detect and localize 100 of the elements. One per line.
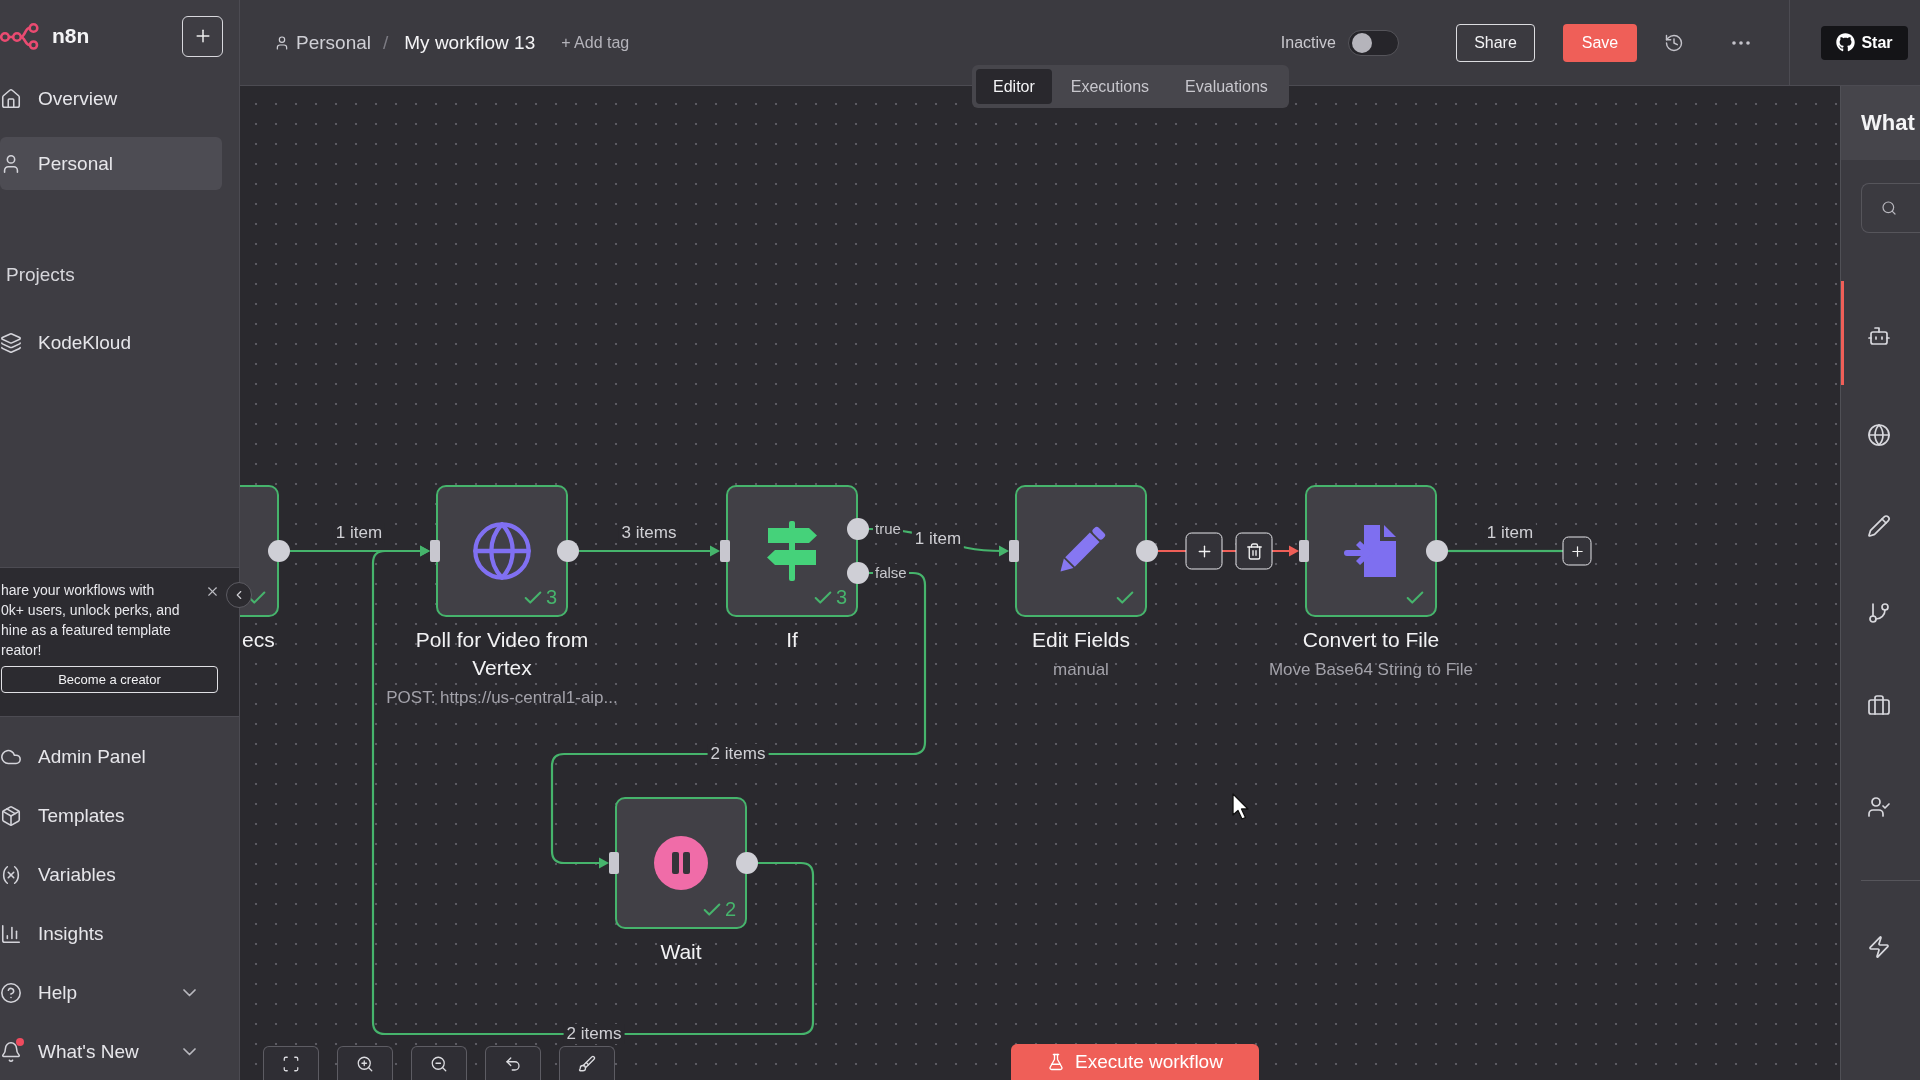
tidy-up-button[interactable]: [559, 1046, 615, 1080]
github-icon: [1836, 33, 1856, 52]
pencil-icon[interactable]: [1867, 514, 1891, 538]
history-button[interactable]: [1664, 32, 1684, 53]
home-icon: [0, 87, 22, 110]
zoom-out-icon: [430, 1054, 448, 1073]
input-handle[interactable]: [1299, 540, 1309, 562]
node-card[interactable]: 2: [615, 797, 747, 929]
signpost-icon: [765, 521, 819, 581]
node-card[interactable]: 3: [436, 485, 568, 617]
nav-item[interactable]: Personal: [0, 137, 222, 190]
lightning-icon[interactable]: [1867, 935, 1891, 959]
node-card[interactable]: 3: [726, 485, 858, 617]
node-title: If: [786, 627, 798, 653]
close-icon: [205, 584, 220, 599]
nav-item[interactable]: Admin Panel: [0, 730, 222, 783]
connection-label: 2 items: [563, 1024, 625, 1044]
node-card[interactable]: [1305, 485, 1437, 617]
bell-icon: [0, 1040, 22, 1063]
undo-button[interactable]: [485, 1046, 541, 1080]
help-icon: [0, 981, 22, 1004]
output-handle[interactable]: [268, 540, 290, 562]
node-subtitle: POST: https://us-central1-aip...: [386, 687, 618, 709]
node-subtitle: manual: [1053, 659, 1109, 681]
nav-item[interactable]: Templates: [0, 789, 222, 842]
output-handle[interactable]: [847, 562, 869, 584]
user-check-icon[interactable]: [1867, 795, 1891, 819]
variable-icon: [0, 863, 22, 886]
nav-item[interactable]: Overview: [0, 72, 222, 125]
connection-label: 2 items: [707, 744, 769, 764]
input-handle[interactable]: [720, 540, 730, 562]
trash-icon: [1245, 542, 1263, 560]
become-creator-button[interactable]: Become a creator: [1, 666, 218, 693]
zoom-in-button[interactable]: [337, 1046, 393, 1080]
add-tag-button[interactable]: + Add tag: [561, 33, 630, 52]
output-handle[interactable]: [1136, 540, 1158, 562]
zoom-out-button[interactable]: [411, 1046, 467, 1080]
node-card[interactable]: [1015, 485, 1147, 617]
node-title: ecs: [242, 627, 275, 653]
project-link[interactable]: Personal: [296, 31, 371, 54]
input-handle[interactable]: [609, 852, 619, 874]
layers-icon: [0, 331, 22, 354]
output-handle[interactable]: [557, 540, 579, 562]
add-node-button[interactable]: [1562, 536, 1592, 566]
connection-label: 1 item: [911, 529, 965, 549]
section-heading: Projects: [5, 263, 76, 287]
nav-item[interactable]: Variables: [0, 848, 222, 901]
close-button[interactable]: [205, 584, 220, 599]
node-title: Edit Fields: [1032, 627, 1130, 653]
panel-title: What: [1861, 110, 1915, 136]
fit-view-button[interactable]: [263, 1046, 319, 1080]
fit-view-icon: [282, 1054, 300, 1073]
user-icon: [274, 34, 290, 51]
run-count: 3: [835, 586, 847, 609]
output-handle[interactable]: [736, 852, 758, 874]
globe-icon[interactable]: [1867, 422, 1891, 447]
flask-icon: [1047, 1053, 1066, 1071]
node-title: Wait: [660, 939, 702, 965]
output-handle[interactable]: [847, 518, 869, 540]
history-icon: [1664, 32, 1684, 53]
logo-text: n8n: [52, 24, 90, 48]
delete-connection-button[interactable]: [1235, 532, 1273, 570]
search-field[interactable]: [1861, 183, 1920, 233]
zoom-in-icon: [356, 1054, 374, 1073]
nav-item[interactable]: Help: [0, 966, 222, 1019]
status-label: Inactive: [1280, 33, 1336, 52]
create-button[interactable]: [182, 15, 223, 57]
node-title: Poll for Video from Vertex: [414, 627, 590, 681]
mouse-cursor-icon: [1232, 793, 1250, 820]
briefcase-icon[interactable]: [1867, 694, 1891, 718]
view-tab[interactable]: Evaluations: [1168, 69, 1285, 104]
input-handle[interactable]: [430, 540, 440, 562]
view-tab[interactable]: Executions: [1053, 69, 1167, 104]
robot-icon[interactable]: [1867, 324, 1891, 348]
breadcrumb-separator: /: [383, 31, 389, 54]
active-toggle[interactable]: [1348, 29, 1399, 56]
output-handle[interactable]: [1426, 540, 1448, 562]
branch-icon[interactable]: [1867, 600, 1891, 625]
share-button[interactable]: Share: [1456, 23, 1535, 62]
search-icon: [1881, 200, 1897, 216]
plus-icon: [1569, 543, 1585, 559]
project-item[interactable]: KodeKloud: [0, 316, 222, 369]
github-star-button[interactable]: Star: [1821, 25, 1908, 60]
undo-icon: [504, 1054, 522, 1073]
node-title: Convert to File: [1302, 627, 1440, 653]
view-tab[interactable]: Editor: [976, 69, 1052, 104]
more-button[interactable]: [1732, 40, 1750, 45]
add-node-button[interactable]: [1185, 532, 1223, 570]
run-count: 3: [545, 586, 557, 609]
more-icon: [1732, 40, 1750, 45]
nav-item[interactable]: Insights: [0, 907, 222, 960]
node-subtitle: Move Base64 String to File: [1268, 659, 1474, 681]
bar-chart-icon: [0, 922, 22, 945]
globe-icon: [470, 519, 534, 583]
workflow-name[interactable]: My workflow 13: [404, 31, 536, 54]
resize-handle[interactable]: [1841, 281, 1844, 385]
nav-item[interactable]: What's New: [0, 1025, 222, 1078]
input-handle[interactable]: [1009, 540, 1019, 562]
brush-icon: [578, 1054, 596, 1073]
pause-icon: [654, 836, 708, 890]
